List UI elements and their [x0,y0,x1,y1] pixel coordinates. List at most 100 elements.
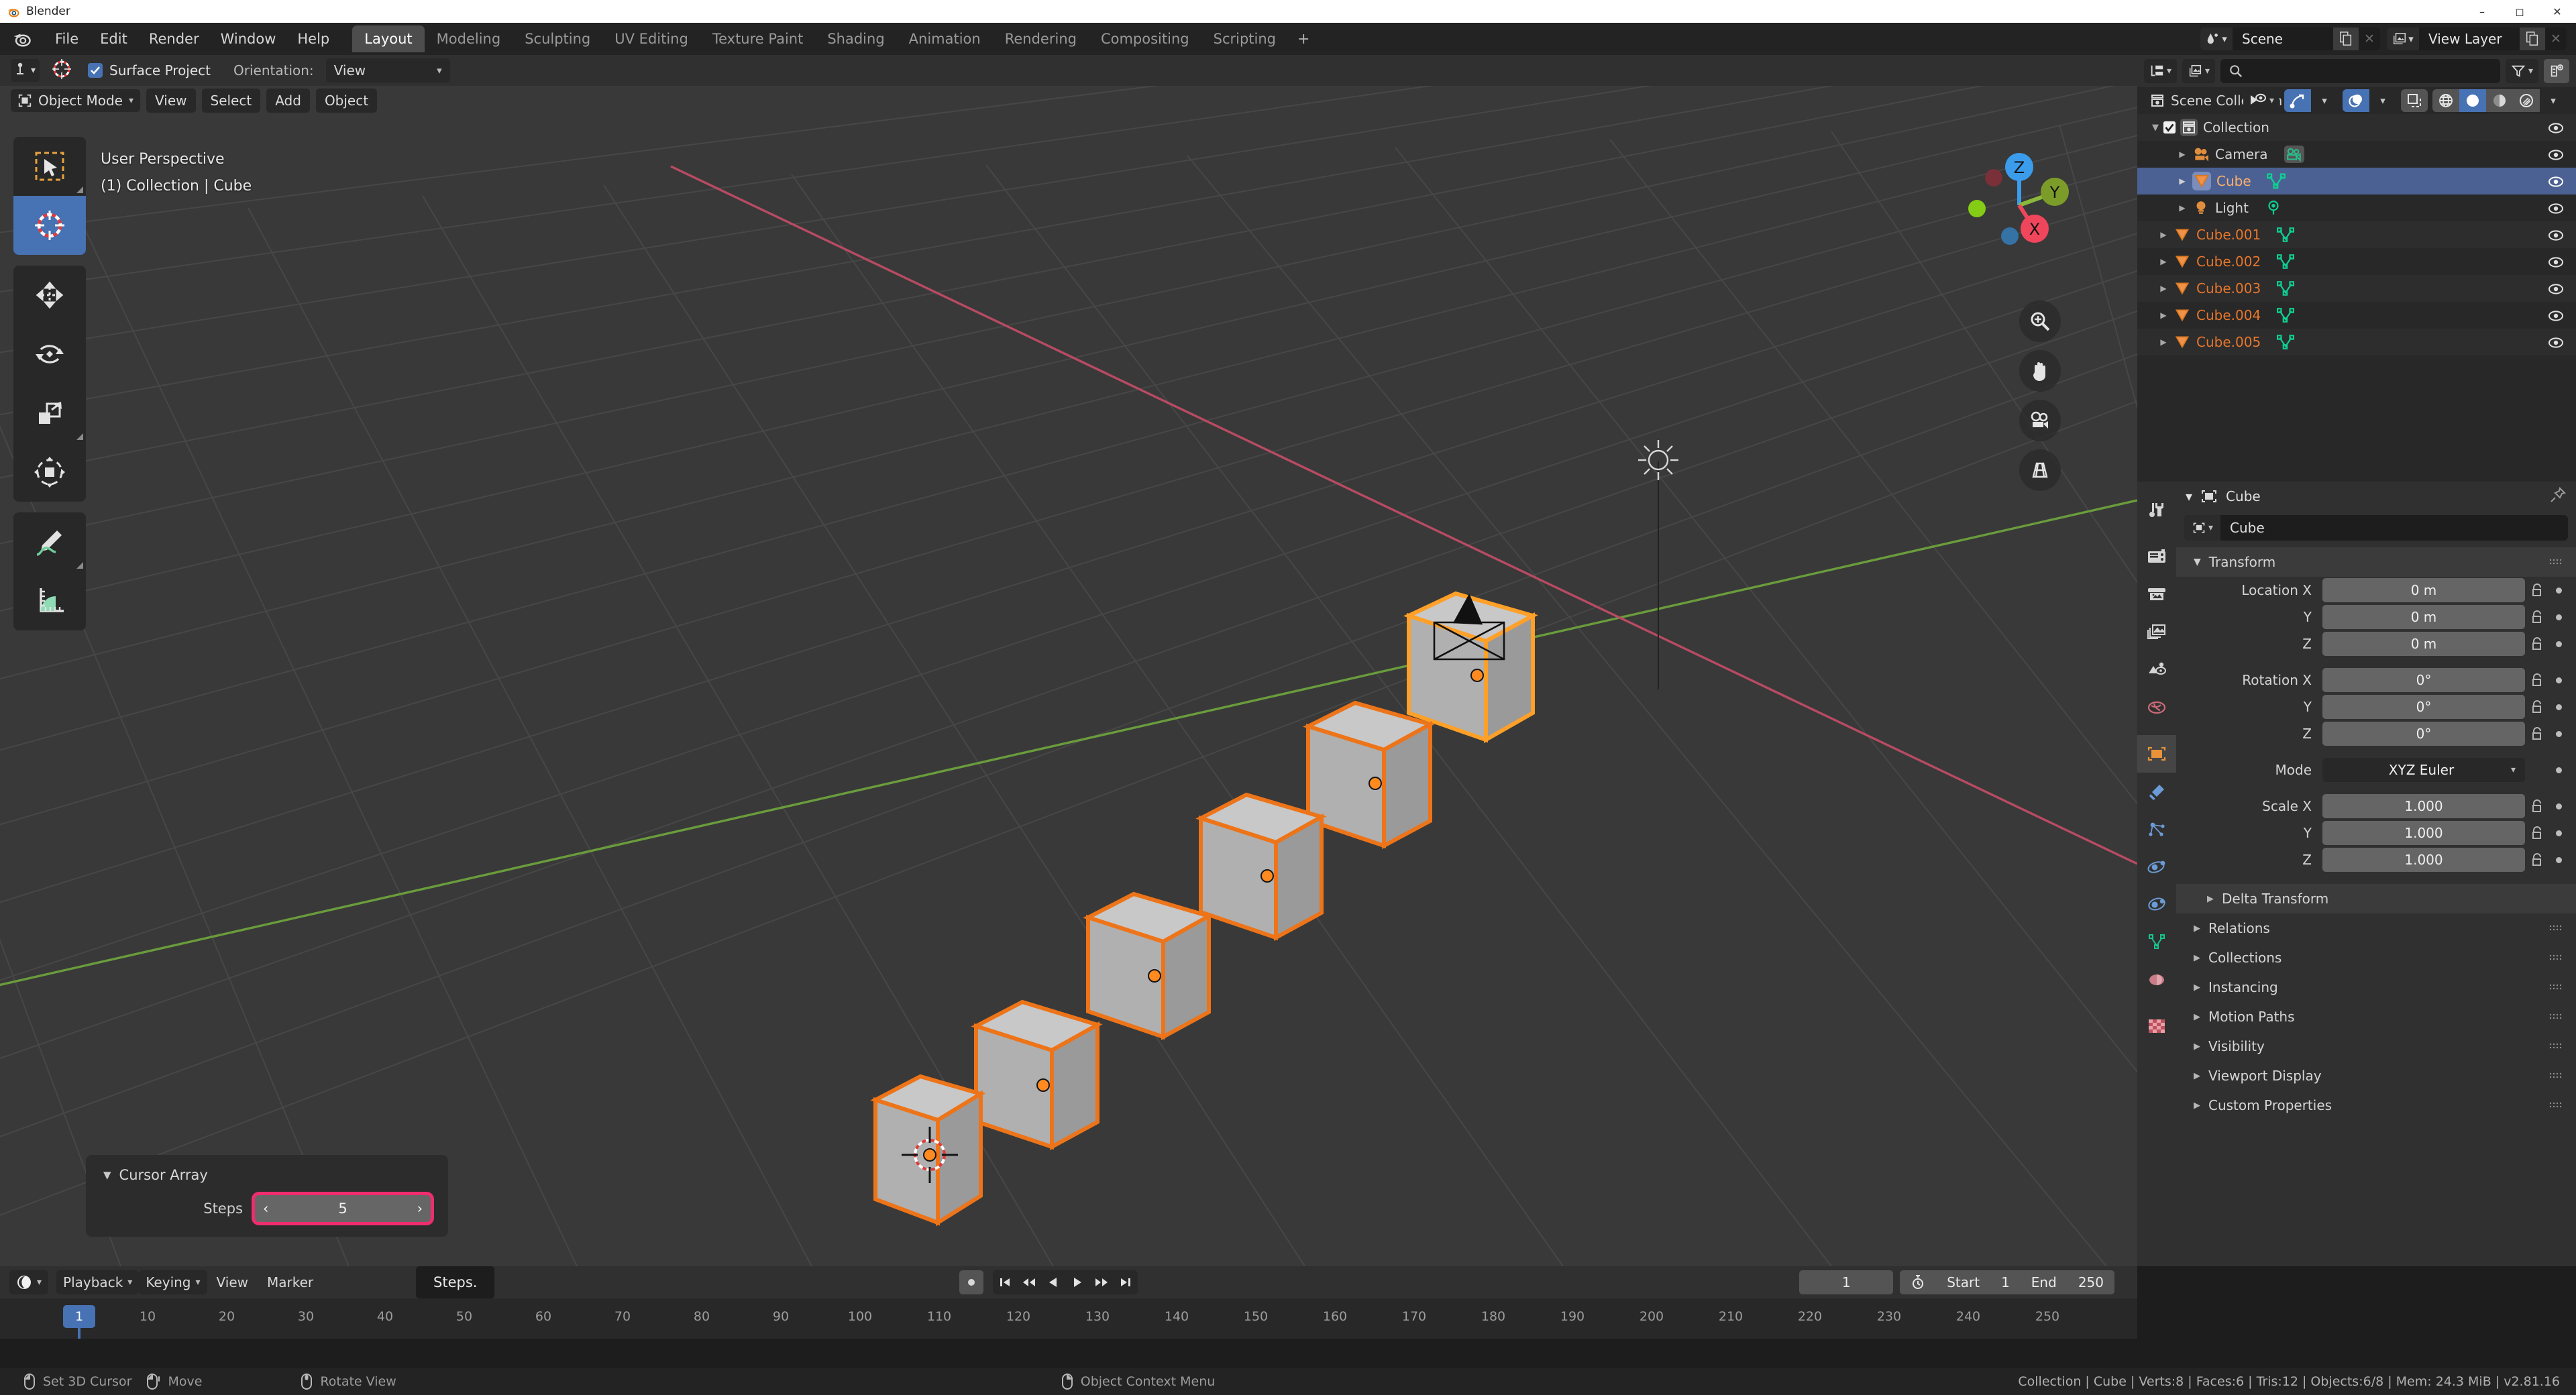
shading-solid-button[interactable] [2459,89,2486,112]
viewport-menu-select[interactable]: Select [201,89,261,113]
workspace-tab-layout[interactable]: Layout [352,25,425,52]
scale-x-input[interactable]: 1.000 [2322,794,2525,818]
animate-rotation-x-icon[interactable] [2549,677,2568,683]
navigation-gizmo[interactable]: Z Y X [1959,145,2080,266]
panel-expand-triangle-icon[interactable]: ▶ [2194,1101,2200,1111]
object-visibility-toggle[interactable] [2548,308,2564,327]
relations-panel-header[interactable]: ▶ Relations [2176,913,2576,943]
panel-expand-triangle-icon[interactable]: ▶ [2194,983,2200,993]
timeline-menu-keying[interactable]: Keying ▾ [139,1270,207,1294]
tool-transform[interactable] [13,443,86,502]
view-layer-selector[interactable]: ▾ View Layer ✕ [2387,27,2567,50]
outliner-row-cube-003[interactable]: ▶ Cube.003 [2137,275,2576,302]
rotation-x-input[interactable]: 0° [2322,668,2525,692]
object-id-icon[interactable]: ▾ [2184,515,2220,541]
rotation-z-input[interactable]: 0° [2322,722,2525,746]
properties-tab-texture[interactable] [2137,1007,2176,1045]
timeline-menu-marker[interactable]: Marker [258,1270,323,1294]
scene-selector[interactable]: ▾ Scene ✕ [2200,27,2380,50]
steps-increment-icon[interactable]: › [417,1201,423,1217]
transform-panel-header[interactable]: ▼ Transform [2176,547,2576,577]
animate-scale-z-icon[interactable] [2549,856,2568,863]
rotation-mode-dropdown[interactable]: XYZ Euler ▾ [2322,758,2525,782]
workspace-tab-compositing[interactable]: Compositing [1089,25,1201,52]
outliner-row-cube-005[interactable]: ▶ Cube.005 [2137,329,2576,355]
animate-location-x-icon[interactable] [2549,587,2568,594]
disclosure-triangle-icon[interactable]: ▶ [2156,275,2171,302]
show-overlays-toggle[interactable] [2343,89,2369,112]
properties-tab-object-data[interactable] [2137,923,2176,960]
outliner-row-camera[interactable]: ▶ Camera [2137,141,2576,168]
lock-rotation-z-icon[interactable] [2525,726,2549,742]
mesh-data-icon[interactable] [2275,253,2296,270]
outliner-editor-type-button[interactable]: ▾ [2144,59,2178,83]
camera-view-button[interactable] [2019,400,2061,441]
blender-menu-icon[interactable] [11,29,34,49]
lock-scale-x-icon[interactable] [2525,798,2549,814]
end-frame-value[interactable]: 250 [2068,1270,2114,1294]
show-gizmo-toggle[interactable] [2284,89,2311,112]
workspace-tab-sculpting[interactable]: Sculpting [513,25,602,52]
panel-expand-triangle-icon[interactable]: ▶ [2194,924,2200,934]
workspace-tab-rendering[interactable]: Rendering [993,25,1089,52]
animate-rotation-y-icon[interactable] [2549,704,2568,710]
properties-tab-output[interactable] [2137,575,2176,613]
current-frame-input[interactable]: 1 [1799,1270,1894,1294]
scale-z-input[interactable]: 1.000 [2322,848,2525,872]
location-x-input[interactable]: 0 m [2322,578,2525,602]
scene-name[interactable]: Scene [2233,27,2333,50]
viewport-menu-view[interactable]: View [146,89,196,113]
object-visibility-toggle[interactable] [2548,281,2564,300]
shading-wireframe-button[interactable] [2432,89,2459,112]
disclosure-triangle-icon[interactable]: ▶ [2156,248,2171,275]
properties-tab-material[interactable] [2137,960,2176,998]
outliner-tree[interactable]: Scene Collection ▼ Collection ▶ Camera ▶… [2137,87,2576,482]
object-type-visibility-selector[interactable]: ▾ [2243,89,2279,113]
operator-redo-panel[interactable]: ▼ Cursor Array Steps ‹ 5 › [86,1155,448,1237]
outliner-row-cube-001[interactable]: ▶ Cube.001 [2137,221,2576,248]
3d-viewport[interactable]: User Perspective (1) Collection | Cube Z… [0,86,2137,1266]
disclosure-triangle-icon[interactable]: ▶ [2156,221,2171,248]
object-mode-selector[interactable]: Object Mode ▾ [11,89,141,112]
properties-tab-render[interactable] [2137,538,2176,575]
delete-scene-button[interactable]: ✕ [2359,27,2380,50]
object-id-field[interactable]: ▾ Cube [2184,515,2568,541]
view-layer-icon[interactable]: ▾ [2387,27,2419,50]
jump-to-prev-keyframe-button[interactable] [1017,1270,1041,1294]
steps-decrement-icon[interactable]: ‹ [263,1201,268,1217]
delete-view-layer-button[interactable]: ✕ [2545,27,2567,50]
tool-move[interactable] [13,266,86,325]
custom-properties-panel-header[interactable]: ▶ Custom Properties [2176,1091,2576,1120]
breadcrumb-chevron-icon[interactable]: ▾ [2186,488,2192,504]
collections-panel-header[interactable]: ▶ Collections [2176,943,2576,972]
jump-to-next-keyframe-button[interactable] [1089,1270,1114,1294]
start-frame-value[interactable]: 1 [1990,1270,2021,1294]
panel-expand-triangle-icon[interactable]: ▶ [2207,894,2214,904]
visibility-panel-header[interactable]: ▶ Visibility [2176,1031,2576,1061]
timeline-menu-view[interactable]: View [207,1270,258,1294]
light-data-icon[interactable] [2263,199,2284,217]
object-visibility-toggle[interactable] [2548,254,2564,273]
active-tool-icon[interactable]: ▾ [11,59,40,82]
menu-window[interactable]: Window [210,27,287,50]
delta-transform-panel-header[interactable]: ▶ Delta Transform [2176,884,2576,913]
lock-location-y-icon[interactable] [2525,609,2549,625]
menu-file[interactable]: File [44,27,89,50]
gizmo-dropdown[interactable]: ▾ [2311,89,2338,112]
outliner-row-cube[interactable]: ▶ Cube [2137,168,2576,194]
workspace-tab-animation[interactable]: Animation [897,25,993,52]
instancing-panel-header[interactable]: ▶ Instancing [2176,972,2576,1002]
menu-render[interactable]: Render [138,27,210,50]
camera-data-icon[interactable] [2284,146,2304,163]
location-y-input[interactable]: 0 m [2322,605,2525,629]
panel-expand-triangle-icon[interactable]: ▶ [2194,953,2200,963]
viewport-menu-add[interactable]: Add [266,89,310,113]
animate-scale-x-icon[interactable] [2549,803,2568,810]
outliner-search-field[interactable] [2249,64,2492,78]
object-visibility-toggle[interactable] [2548,147,2564,166]
panel-expand-triangle-icon[interactable]: ▶ [2194,1042,2200,1052]
rotation-y-input[interactable]: 0° [2322,695,2525,719]
pin-icon[interactable] [2549,486,2567,507]
timeline-editor-type-button[interactable]: ▾ [9,1270,49,1294]
lock-rotation-x-icon[interactable] [2525,672,2549,688]
